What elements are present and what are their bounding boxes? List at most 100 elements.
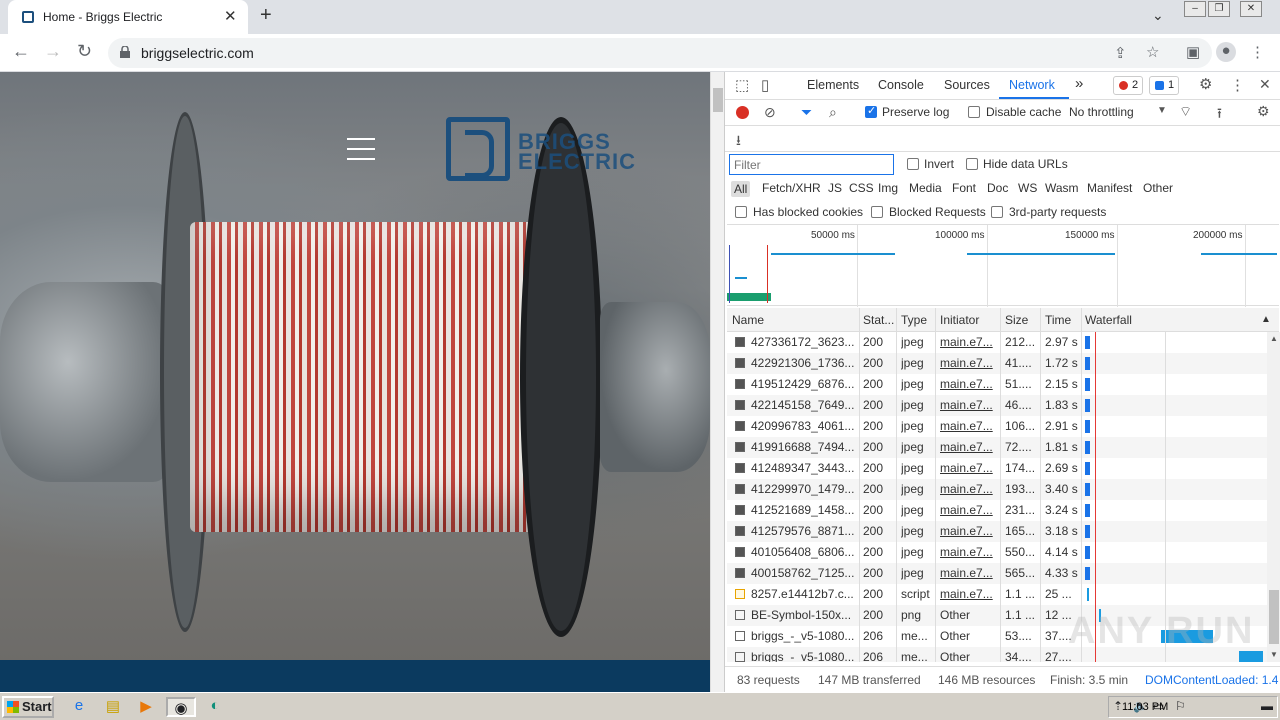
type-filter-all[interactable]: All [731,181,751,197]
type-filter-wasm[interactable]: Wasm [1045,181,1079,195]
close-tab-icon[interactable]: ✕ [224,7,237,25]
table-scrollbar[interactable]: ▲ ▼ [1267,332,1280,662]
chrome-taskbar-icon[interactable]: ◉ [166,697,196,717]
type-filter-manifest[interactable]: Manifest [1087,181,1132,195]
table-row[interactable]: 422145158_7649... 200 jpeg main.e7... 46....… [727,395,1267,416]
throttling-select[interactable]: No throttling [1069,105,1134,119]
type-filter-css[interactable]: CSS [849,181,874,195]
tab-network[interactable]: Network [1009,78,1055,92]
page-scrollbar[interactable] [710,72,724,692]
col-initiator[interactable]: Initiator [940,313,979,327]
type-filter-media[interactable]: Media [909,181,942,195]
invert-checkbox[interactable] [907,158,919,170]
table-row[interactable]: 400158762_7125... 200 jpeg main.e7... 565...… [727,563,1267,584]
record-icon[interactable] [736,106,749,119]
table-scrollbar-thumb[interactable] [1269,590,1279,644]
table-row[interactable]: 427336172_3623... 200 jpeg main.e7... 212...… [727,332,1267,353]
import-har-icon[interactable]: ⭱ [1217,103,1222,127]
browser-tab[interactable]: Home - Briggs Electric ✕ [8,0,248,34]
request-initiator[interactable]: main.e7... [940,419,998,433]
request-initiator[interactable]: Other [940,650,998,662]
search-icon[interactable]: ⌕ [829,104,837,121]
table-row[interactable]: 412521689_1458... 200 jpeg main.e7... 231...… [727,500,1267,521]
request-initiator[interactable]: Other [940,608,998,622]
table-row[interactable]: 401056408_6806... 200 jpeg main.e7... 550...… [727,542,1267,563]
export-har-icon[interactable]: ⭳ [736,130,741,154]
errors-badge[interactable]: 2 [1113,76,1144,95]
more-tabs-button[interactable]: » [1075,75,1083,92]
request-initiator[interactable]: Other [940,629,998,643]
briggs-electric-logo[interactable]: BRIGGS ELECTRIC [446,117,666,181]
filter-funnel-icon[interactable]: ⏷ [801,104,812,121]
tab-search-chevron-icon[interactable]: ⌄ [1152,7,1164,24]
blocked-requests-checkbox[interactable] [871,206,883,218]
bookmark-star-icon[interactable]: ☆ [1146,43,1159,61]
new-tab-button[interactable]: + [260,4,272,27]
share-icon[interactable]: ⇪ [1114,44,1127,62]
request-initiator[interactable]: main.e7... [940,587,998,601]
type-filter-ws[interactable]: WS [1018,181,1037,195]
request-initiator[interactable]: main.e7... [940,398,998,412]
type-filter-img[interactable]: Img [878,181,898,195]
col-status[interactable]: Stat... [863,313,894,327]
minimize-window-button[interactable]: – [1184,1,1206,17]
table-row[interactable]: 420996783_4061... 200 jpeg main.e7... 106...… [727,416,1267,437]
request-initiator[interactable]: main.e7... [940,566,998,580]
request-initiator[interactable]: main.e7... [940,524,998,538]
edge-icon[interactable]: ◐ [204,697,226,717]
table-row[interactable]: 419916688_7494... 200 jpeg main.e7... 72....… [727,437,1267,458]
request-initiator[interactable]: main.e7... [940,356,998,370]
request-initiator[interactable]: main.e7... [940,440,998,454]
throttling-dropdown-icon[interactable]: ▼ [1157,105,1167,116]
table-row[interactable]: 412299970_1479... 200 jpeg main.e7... 193...… [727,479,1267,500]
col-time[interactable]: Time [1045,313,1071,327]
close-window-button[interactable]: ✕ [1240,1,1262,17]
type-filter-other[interactable]: Other [1143,181,1173,195]
media-player-icon[interactable]: ▶ [135,697,157,717]
request-initiator[interactable]: main.e7... [940,503,998,517]
inspect-element-icon[interactable]: ⬚ [735,76,749,94]
col-size[interactable]: Size [1005,313,1028,327]
table-row[interactable]: 8257.e14412b7.c... 200 script main.e7... 1.1… [727,584,1267,605]
scroll-down-arrow-icon[interactable]: ▼ [1270,650,1278,659]
filter-input[interactable] [729,154,894,175]
table-row[interactable]: 422921306_1736... 200 jpeg main.e7... 41....… [727,353,1267,374]
request-initiator[interactable]: main.e7... [940,377,998,391]
network-settings-gear-icon[interactable]: ⚙ [1257,103,1270,120]
tab-sources[interactable]: Sources [944,78,990,92]
type-filter-fetch-xhr[interactable]: Fetch/XHR [762,181,821,195]
page-scrollbar-thumb[interactable] [713,88,723,112]
device-toolbar-icon[interactable]: ▯ [761,76,769,94]
third-party-checkbox[interactable] [991,206,1003,218]
col-waterfall[interactable]: Waterfall [1085,313,1132,327]
request-initiator[interactable]: main.e7... [940,545,998,559]
forward-arrow-icon[interactable]: → [44,41,62,62]
scroll-up-arrow-icon[interactable]: ▲ [1270,334,1278,343]
internet-explorer-icon[interactable]: e [68,697,90,717]
start-button[interactable]: Start [2,696,54,718]
table-row[interactable]: 419512429_6876... 200 jpeg main.e7... 51....… [727,374,1267,395]
file-explorer-icon[interactable]: ▤ [102,697,124,717]
action-center-flag-icon[interactable]: ⚐ [1175,699,1186,713]
disable-cache-checkbox[interactable] [968,106,980,118]
browser-menu-icon[interactable]: ⋮ [1250,43,1265,61]
messages-badge[interactable]: 1 [1149,76,1180,95]
sort-ascending-icon[interactable]: ▲ [1261,314,1271,325]
hide-data-urls-checkbox[interactable] [966,158,978,170]
request-initiator[interactable]: main.e7... [940,335,998,349]
menu-hamburger-icon[interactable] [347,138,375,160]
type-filter-font[interactable]: Font [952,181,976,195]
network-conditions-icon[interactable]: ⌔ [1179,103,1192,121]
tab-elements[interactable]: Elements [807,78,859,92]
col-name[interactable]: Name [732,313,764,327]
network-overview-timeline[interactable]: 50000 ms 100000 ms 150000 ms 200000 ms [727,224,1279,307]
preserve-log-checkbox[interactable] [865,104,877,118]
table-row[interactable]: 412579576_8871... 200 jpeg main.e7... 165...… [727,521,1267,542]
settings-gear-icon[interactable]: ⚙ [1199,75,1212,93]
side-panel-icon[interactable]: ▣ [1186,43,1200,61]
address-bar[interactable]: briggselectric.com ⇪ ☆ [108,38,1212,68]
tab-console[interactable]: Console [878,78,924,92]
clear-icon[interactable]: ⊘ [764,104,776,121]
type-filter-doc[interactable]: Doc [987,181,1008,195]
blocked-cookies-checkbox[interactable] [735,206,747,218]
